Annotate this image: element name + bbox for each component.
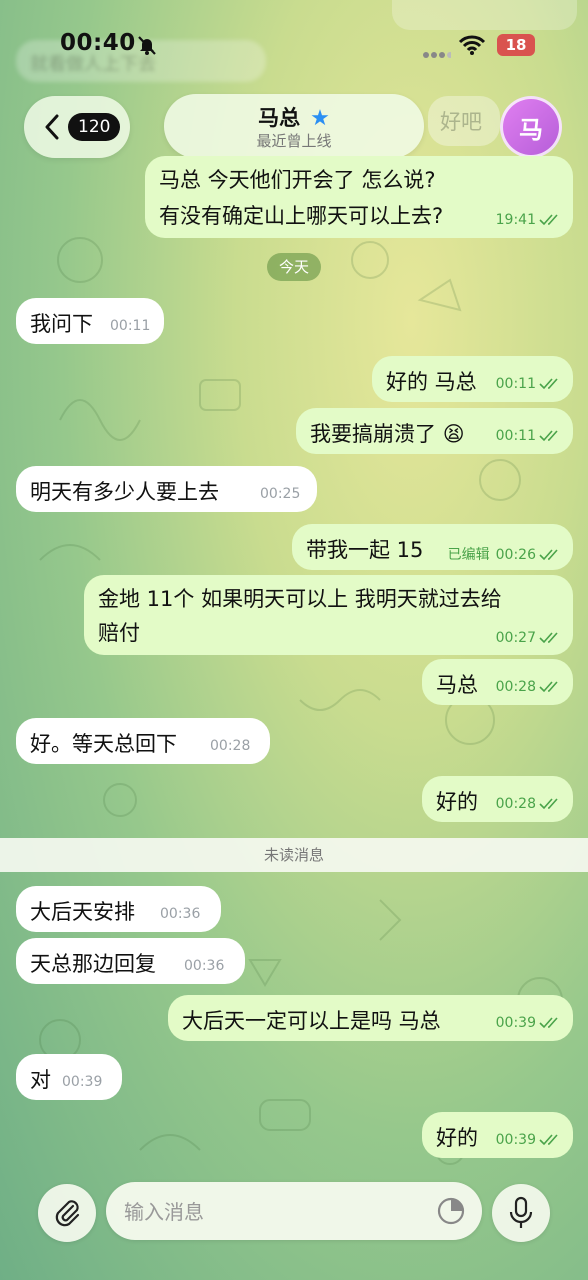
double-check-icon: [539, 549, 558, 561]
message-bubble-outgoing[interactable]: 大后天一定可以上是吗 马总 00:39: [168, 995, 573, 1041]
battery-indicator: 18: [497, 34, 535, 56]
chevron-left-icon: [44, 114, 60, 144]
blurred-message-preview: [392, 0, 577, 30]
message-time: 00:11: [110, 318, 151, 334]
message-bubble-incoming[interactable]: 对 00:39: [16, 1054, 122, 1100]
message-time: 19:41: [496, 212, 561, 228]
double-check-icon: [539, 798, 558, 810]
message-bubble-outgoing[interactable]: 马总 今天他们开会了 怎么说? 有没有确定山上哪天可以上去? 19:41: [145, 156, 573, 238]
double-check-icon: [539, 1134, 558, 1146]
star-icon: ★: [310, 106, 330, 131]
message-time: 00:25: [260, 486, 301, 502]
message-text: 大后天一定可以上是吗 马总: [182, 1009, 441, 1033]
date-separator: 今天: [267, 253, 321, 281]
message-bubble-incoming[interactable]: 明天有多少人要上去 00:25: [16, 466, 317, 512]
message-composer: [106, 1182, 482, 1240]
blurred-message-preview: 好吧: [428, 96, 500, 146]
microphone-button[interactable]: [492, 1184, 550, 1242]
blurred-text: 好吧: [440, 110, 482, 134]
wifi-icon: [458, 34, 486, 60]
double-check-icon: [539, 681, 558, 693]
back-button[interactable]: 120: [24, 96, 130, 158]
double-check-icon: [539, 430, 558, 442]
signal-dots-icon: [423, 44, 453, 63]
message-bubble-outgoing[interactable]: 带我一起 15 已编辑 00:26: [292, 524, 573, 570]
message-text: 明天有多少人要上去: [30, 480, 219, 504]
message-time: 00:28: [210, 738, 251, 754]
message-time: 00:36: [184, 958, 225, 974]
message-text: 好的 马总: [386, 370, 477, 394]
unread-count-badge: 120: [68, 113, 121, 141]
status-bar: 00:40 18: [0, 30, 588, 66]
message-bubble-outgoing[interactable]: 好的 00:28: [422, 776, 573, 822]
message-text: 天总那边回复: [30, 952, 156, 976]
message-text: 马总 今天他们开会了 怎么说?: [159, 168, 436, 192]
message-text: 我问下: [30, 312, 93, 336]
microphone-icon: [509, 1196, 533, 1228]
sticker-icon[interactable]: [436, 1196, 466, 1230]
paperclip-icon: [55, 1200, 80, 1227]
message-text: 对: [30, 1068, 51, 1092]
message-text: 带我一起 15: [306, 538, 424, 562]
message-time: 00:27: [496, 630, 561, 646]
message-time: 00:39: [496, 1132, 561, 1148]
message-text: 马总: [436, 673, 478, 697]
double-check-icon: [539, 378, 558, 390]
message-text: 有没有确定山上哪天可以上去?: [159, 204, 444, 228]
message-text: 好的: [436, 790, 478, 814]
message-text: 好的: [436, 1126, 478, 1150]
message-input[interactable]: [122, 1194, 426, 1230]
message-time: 00:39: [496, 1015, 561, 1031]
message-bubble-outgoing[interactable]: 金地 11个 如果明天可以上 我明天就过去给 赔付 00:27: [84, 575, 573, 655]
contact-name: 马总: [258, 106, 301, 130]
message-text: 我要搞崩溃了 😫: [310, 422, 465, 446]
avatar[interactable]: 马: [500, 96, 562, 158]
message-bubble-incoming[interactable]: 好。等天总回下 00:28: [16, 718, 270, 764]
message-time: 00:28: [496, 796, 561, 812]
message-text: 大后天安排: [30, 900, 135, 924]
message-time: 00:28: [496, 679, 561, 695]
message-time: 00:36: [160, 906, 201, 922]
bell-slash-icon: [136, 34, 158, 60]
message-text: 赔付: [98, 621, 140, 645]
chat-title[interactable]: 马总 ★ 最近曾上线: [164, 94, 424, 158]
message-bubble-incoming[interactable]: 大后天安排 00:36: [16, 886, 221, 932]
message-bubble-outgoing[interactable]: 我要搞崩溃了 😫 00:11: [296, 408, 573, 454]
message-time: 00:11: [496, 428, 561, 444]
message-time: 已编辑 00:26: [448, 544, 561, 564]
double-check-icon: [539, 214, 558, 226]
contact-name-row: 马总 ★: [164, 102, 424, 132]
double-check-icon: [539, 1017, 558, 1029]
tired-face-emoji: 😫: [442, 422, 465, 446]
message-bubble-outgoing[interactable]: 马总 00:28: [422, 659, 573, 705]
message-text: 金地 11个 如果明天可以上 我明天就过去给: [98, 587, 502, 611]
message-time: 00:39: [62, 1074, 103, 1090]
contact-status: 最近曾上线: [256, 132, 332, 150]
edited-label: 已编辑: [447, 547, 490, 563]
message-text: 好。等天总回下: [30, 732, 177, 756]
message-bubble-incoming[interactable]: 天总那边回复 00:36: [16, 938, 245, 984]
double-check-icon: [539, 632, 558, 644]
attach-button[interactable]: [38, 1184, 96, 1242]
message-bubble-outgoing[interactable]: 好的 00:39: [422, 1112, 573, 1158]
unread-messages-divider: 未读消息: [0, 838, 588, 872]
message-time: 00:11: [496, 376, 561, 392]
status-time: 00:40: [60, 30, 136, 56]
message-bubble-incoming[interactable]: 我问下 00:11: [16, 298, 164, 344]
message-bubble-outgoing[interactable]: 好的 马总 00:11: [372, 356, 573, 402]
